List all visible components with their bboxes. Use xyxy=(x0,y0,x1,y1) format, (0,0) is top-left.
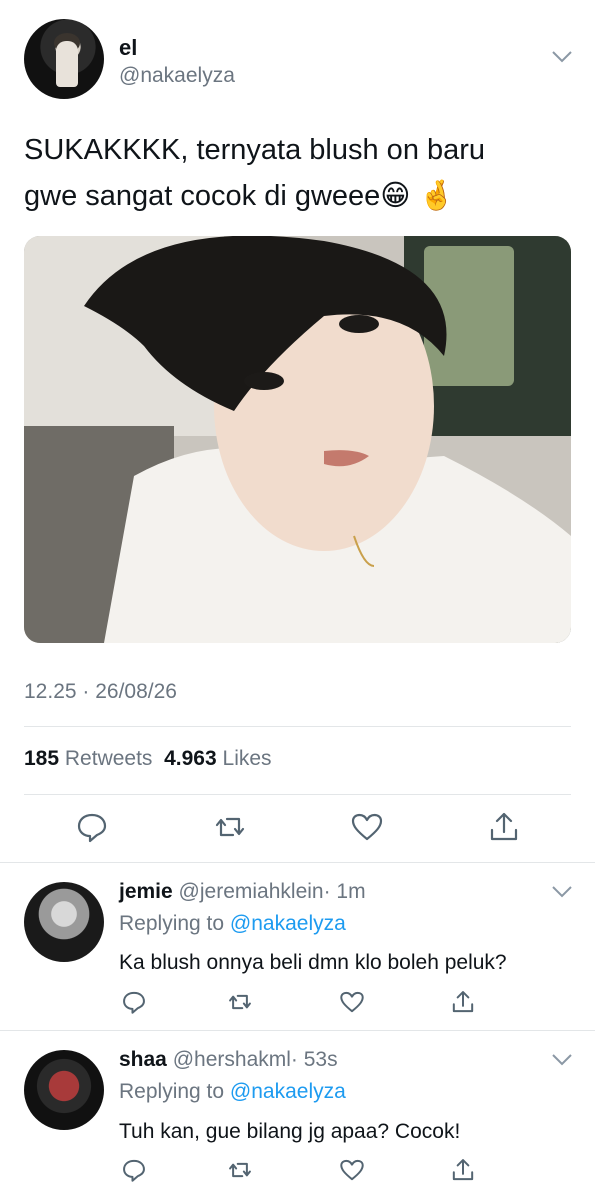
replying-to: Replying to @nakaelyza xyxy=(119,1080,346,1104)
crossed-fingers-emoji: 🤞 xyxy=(418,180,455,212)
share-icon[interactable] xyxy=(450,989,476,1015)
retweets-label[interactable]: Retweets xyxy=(65,747,153,770)
reply-icon[interactable] xyxy=(121,989,147,1015)
reply-time[interactable]: · 1m xyxy=(324,880,366,903)
retweets-count[interactable]: 185 xyxy=(24,747,59,770)
likes-label[interactable]: Likes xyxy=(223,747,272,770)
share-icon[interactable] xyxy=(487,810,521,844)
tweet-text-line1: SUKAKKKK, ternyata blush on baru xyxy=(24,134,486,166)
divider xyxy=(24,726,571,727)
reply-handle[interactable]: @jeremiahklein xyxy=(179,880,324,903)
tweet-timestamp[interactable]: 12.25 · 26/08/26 xyxy=(24,680,177,704)
reply-avatar[interactable] xyxy=(24,1050,104,1130)
heart-icon[interactable] xyxy=(339,1157,365,1183)
retweet-icon[interactable] xyxy=(213,810,247,844)
reply-text: Tuh kan, gue bilang jg apaa? Cocok! xyxy=(119,1120,461,1143)
chevron-down-icon[interactable] xyxy=(551,1053,573,1067)
reply-handle[interactable]: @hershakml xyxy=(173,1048,291,1071)
reply-time[interactable]: · 53s xyxy=(291,1048,338,1071)
reply-author: shaa @hershakml· 53s xyxy=(119,1048,338,1072)
reply-avatar[interactable] xyxy=(24,882,104,962)
heart-icon[interactable] xyxy=(350,810,384,844)
share-icon[interactable] xyxy=(450,1157,476,1183)
grin-emoji: 😁 xyxy=(380,180,411,212)
reply-icon[interactable] xyxy=(121,1157,147,1183)
divider xyxy=(24,794,571,795)
reply-name[interactable]: jemie xyxy=(119,880,173,903)
replying-to-link[interactable]: @nakaelyza xyxy=(230,912,346,935)
tweet-stats: 185 Retweets 4.963 Likes xyxy=(24,747,272,771)
tweet-text: SUKAKKKK, ternyata blush on baru gwe san… xyxy=(24,127,569,219)
heart-icon[interactable] xyxy=(339,989,365,1015)
likes-count[interactable]: 4.963 xyxy=(164,747,217,770)
author-name[interactable]: el xyxy=(119,35,137,61)
tweet-text-line2: gwe sangat cocok di gweee xyxy=(24,180,381,212)
reply-text: Ka blush onnya beli dmn klo boleh peluk? xyxy=(119,951,507,974)
reply-icon[interactable] xyxy=(75,810,109,844)
chevron-down-icon[interactable] xyxy=(551,50,573,64)
reply-author: jemie @jeremiahklein· 1m xyxy=(119,880,366,904)
replying-label: Replying to xyxy=(119,912,225,935)
tweet-photo[interactable] xyxy=(24,236,571,643)
chevron-down-icon[interactable] xyxy=(551,885,573,899)
replying-label: Replying to xyxy=(119,1080,225,1103)
author-avatar[interactable] xyxy=(24,19,104,99)
divider xyxy=(0,1030,595,1031)
replying-to-link[interactable]: @nakaelyza xyxy=(230,1080,346,1103)
retweet-icon[interactable] xyxy=(227,1157,253,1183)
divider xyxy=(0,862,595,863)
author-handle[interactable]: @nakaelyza xyxy=(119,64,235,88)
reply-name[interactable]: shaa xyxy=(119,1048,167,1071)
retweet-icon[interactable] xyxy=(227,989,253,1015)
replying-to: Replying to @nakaelyza xyxy=(119,912,346,936)
